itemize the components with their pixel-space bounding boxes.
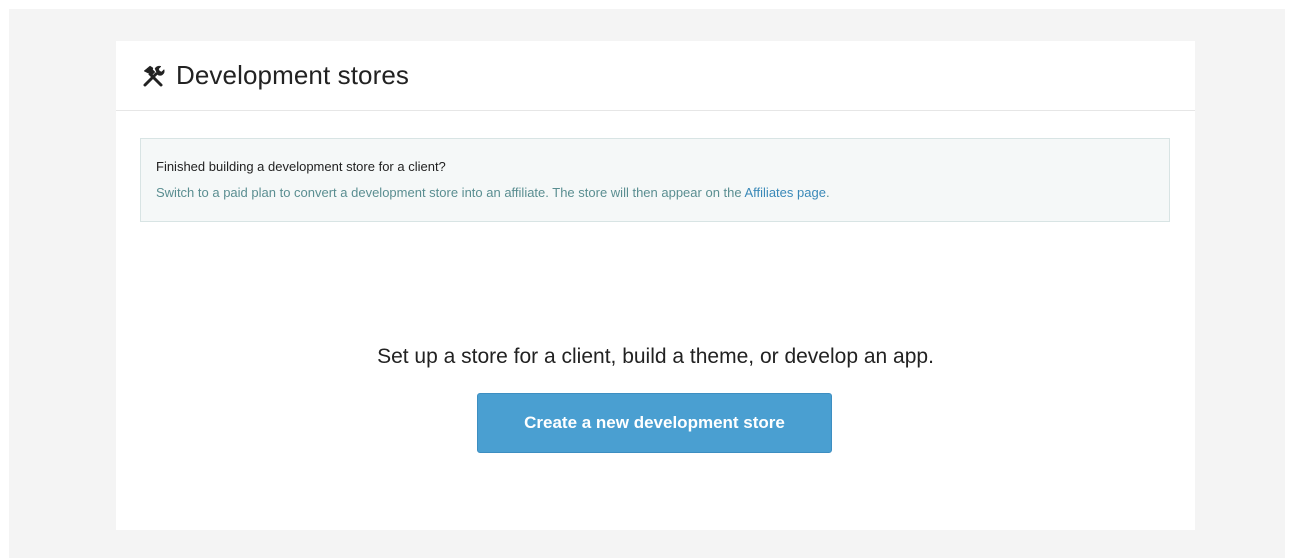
create-development-store-button[interactable]: Create a new development store bbox=[477, 393, 832, 453]
banner-text-start: Switch to a paid plan to convert a devel… bbox=[156, 185, 745, 200]
banner-text-end: . bbox=[825, 185, 830, 200]
empty-state-message: Set up a store for a client, build a the… bbox=[377, 345, 934, 368]
development-stores-card: Development stores Finished building a d… bbox=[116, 41, 1195, 530]
card-header: Development stores bbox=[116, 41, 1195, 111]
hammer-wrench-icon bbox=[141, 64, 165, 88]
affiliates-page-link[interactable]: Affiliates page bbox=[745, 185, 826, 200]
banner-heading: Finished building a development store fo… bbox=[156, 159, 446, 174]
banner-text: Switch to a paid plan to convert a devel… bbox=[156, 185, 1169, 201]
page-title: Development stores bbox=[176, 60, 410, 90]
info-banner: Finished building a development store fo… bbox=[140, 138, 1170, 222]
